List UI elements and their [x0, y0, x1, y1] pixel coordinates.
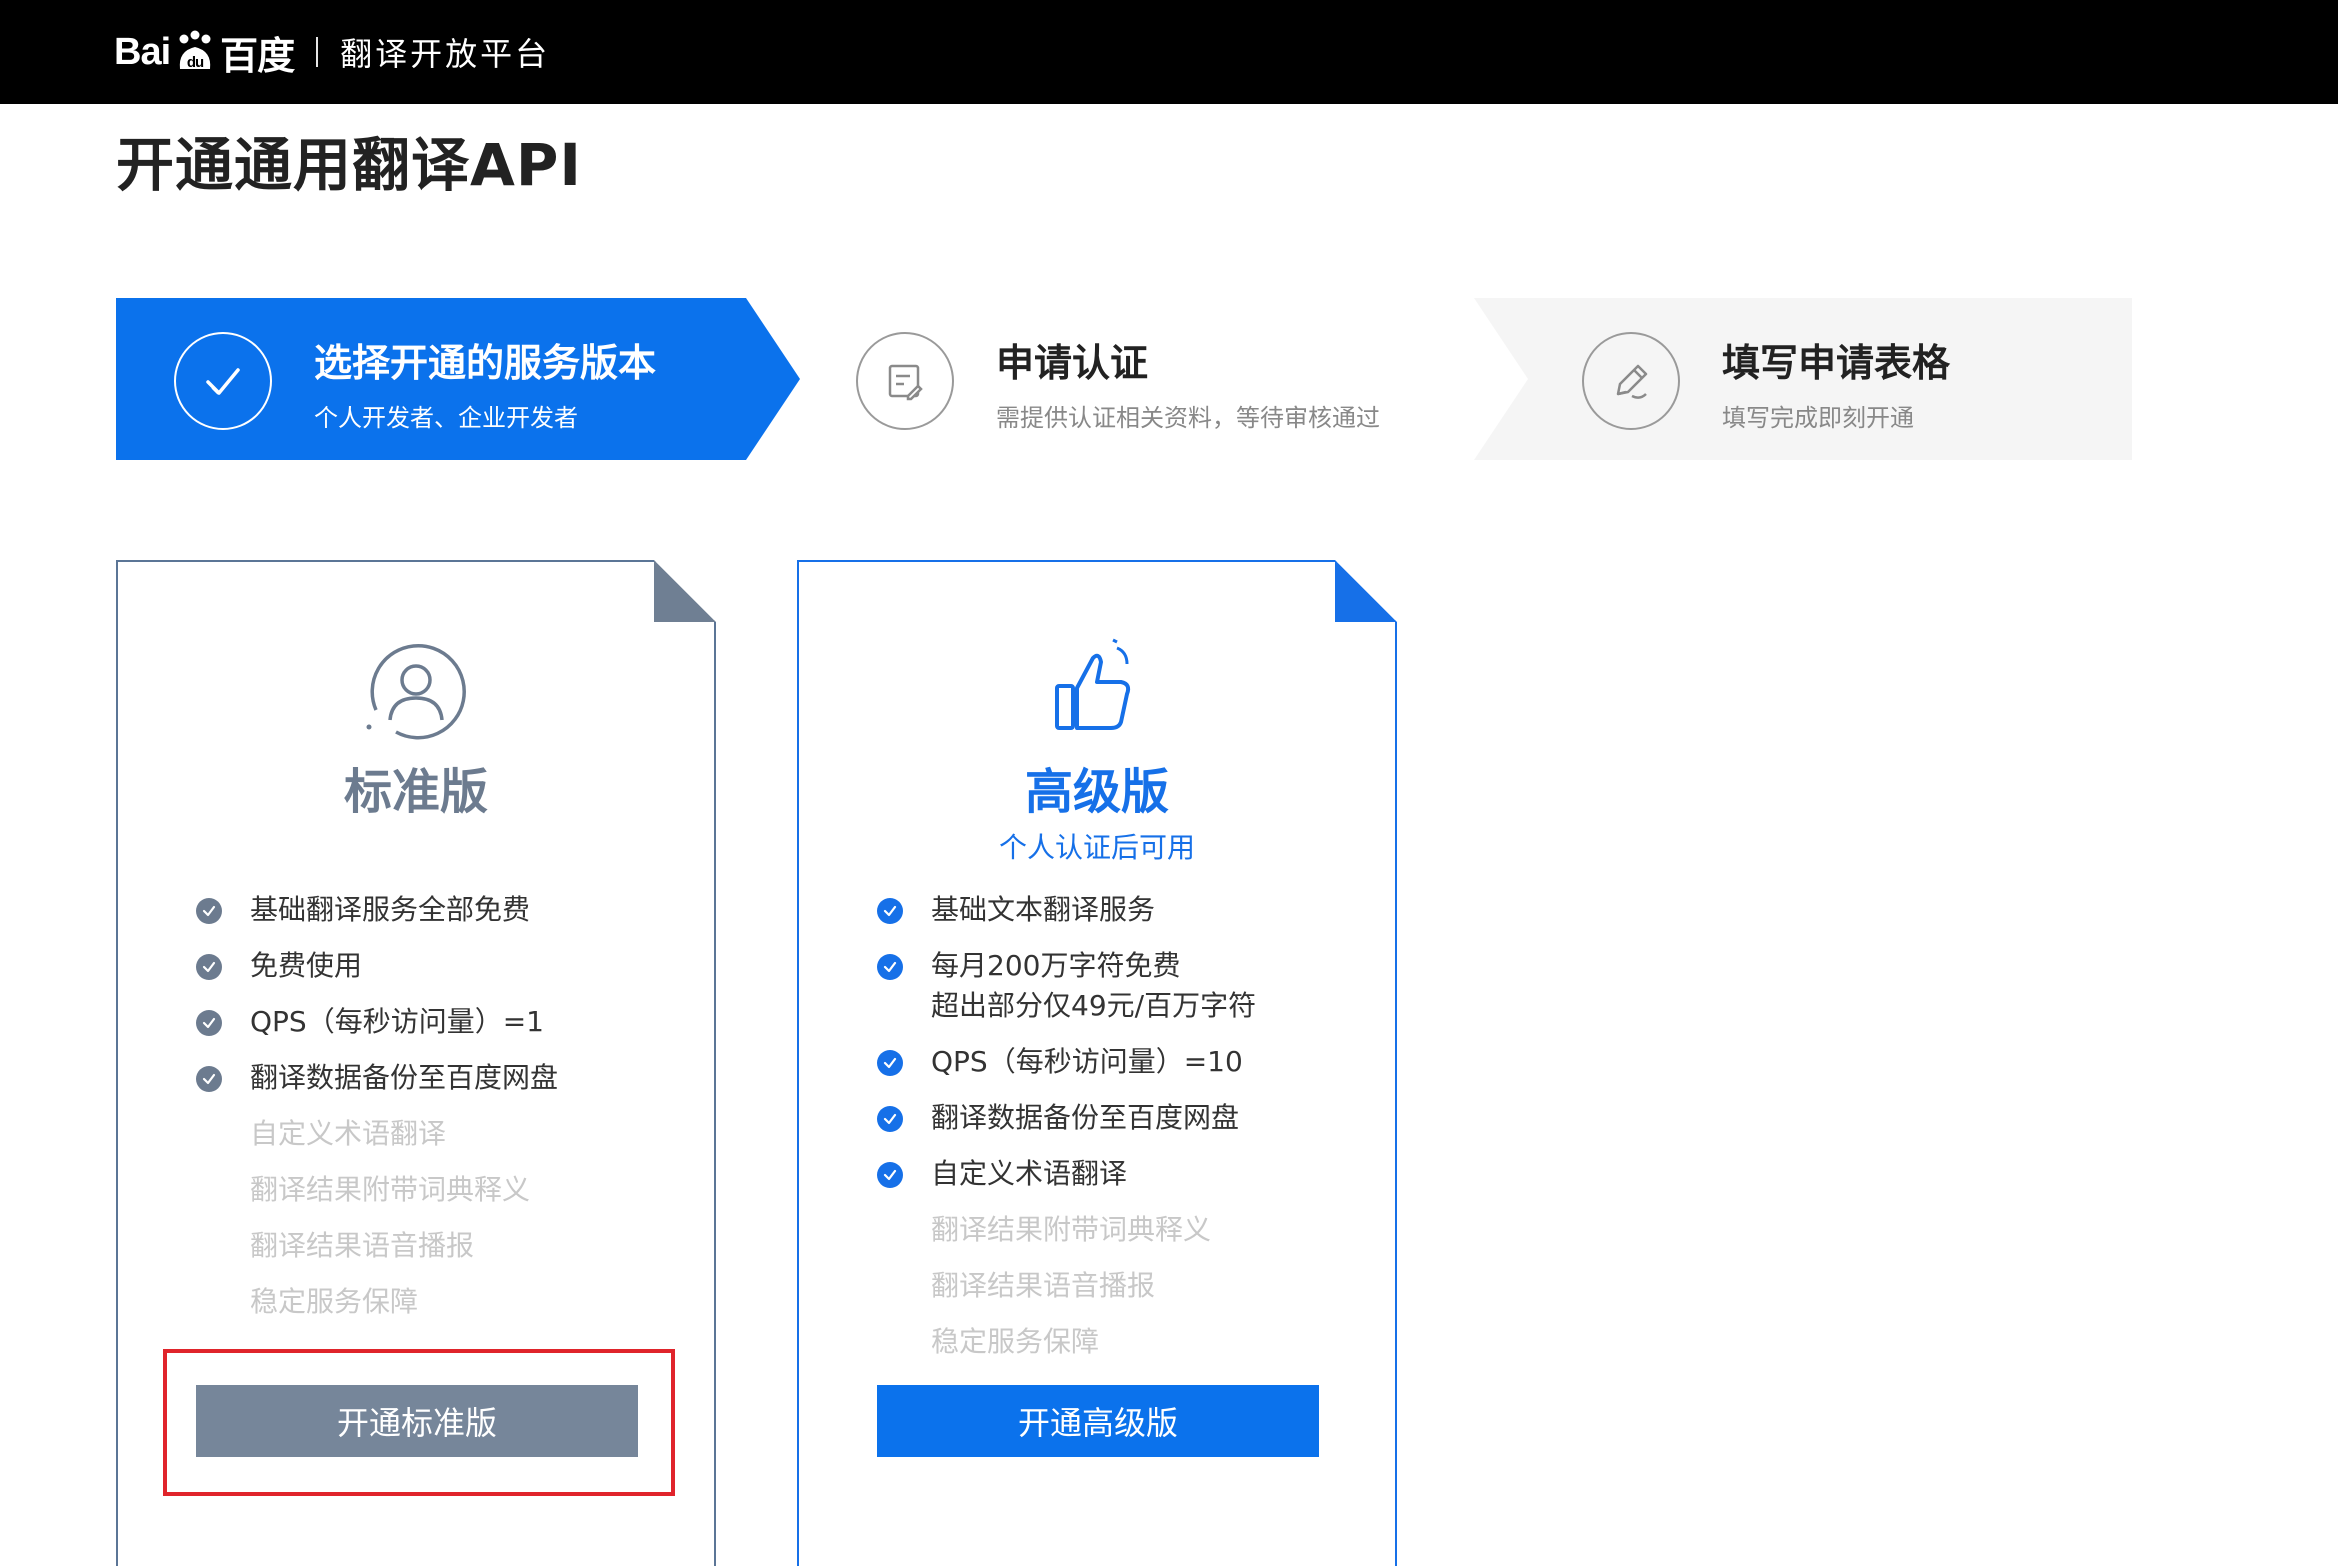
checkmark-icon: [877, 898, 903, 924]
checkmark-icon: [877, 1162, 903, 1188]
feature-text: 免费使用: [250, 949, 363, 982]
step-subtitle: 需提供认证相关资料，等待审核通过: [996, 404, 1380, 432]
feature-item: 自定义术语翻译: [196, 1114, 696, 1154]
checkmark-icon: [196, 1066, 222, 1092]
feature-text: 自定义术语翻译: [931, 1157, 1128, 1190]
step-subtitle: 填写完成即刻开通: [1722, 404, 1914, 432]
step-title: 申请认证: [996, 341, 1149, 385]
feature-text: 自定义术语翻译: [250, 1117, 447, 1150]
page-title: 开通通用翻译API: [116, 131, 582, 199]
step-title: 填写申请表格: [1722, 341, 1951, 385]
logo-wordmark: Bai du 百度: [114, 25, 295, 80]
feature-item: 基础文本翻译服务: [877, 890, 1377, 930]
activate-standard-button[interactable]: 开通标准版: [196, 1385, 638, 1457]
progress-steps: 选择开通的服务版本 个人开发者、企业开发者 申请认证 需提供认证相关资料，等待审…: [116, 298, 2132, 460]
checkmark-icon: [877, 1106, 903, 1132]
plan-card-standard: 标准版 基础翻译服务全部免费 免费使用 QPS（每秒访问量）=1 翻译数据备份至百度网…: [116, 560, 716, 1566]
feature-item: 稳定服务保障: [877, 1322, 1377, 1362]
baidu-paw-icon: du: [172, 29, 218, 75]
feature-text: 稳定服务保障: [250, 1285, 419, 1318]
feature-item: 每月200万字符免费超出部分仅49元/百万字符: [877, 946, 1377, 1026]
plan-card-premium: 高级版 个人认证后可用 基础文本翻译服务 每月200万字符免费超出部分仅49元/百…: [797, 560, 1397, 1566]
logo-paw-text: du: [187, 54, 204, 71]
plan-name: 标准版: [343, 764, 488, 820]
feature-text: 翻译结果附带词典释义: [931, 1213, 1212, 1246]
feature-item: 翻译结果附带词典释义: [196, 1170, 696, 1210]
feature-text: 翻译结果语音播报: [931, 1269, 1156, 1302]
card-corner-fold: [654, 560, 716, 622]
step-apply-certification: 申请认证 需提供认证相关资料，等待审核通过: [802, 298, 1528, 460]
feature-item: 稳定服务保障: [196, 1282, 696, 1322]
feature-item: 免费使用: [196, 946, 696, 986]
thumbs-up-icon: [1037, 632, 1157, 752]
feature-text: 稳定服务保障: [931, 1325, 1100, 1358]
feature-text: 翻译数据备份至百度网盘: [250, 1061, 559, 1094]
feature-item: 基础翻译服务全部免费: [196, 890, 696, 930]
checkmark-icon: [877, 1050, 903, 1076]
pencil-icon: [1582, 332, 1680, 430]
feature-item: 自定义术语翻译: [877, 1154, 1377, 1194]
feature-item: 翻译数据备份至百度网盘: [877, 1098, 1377, 1138]
checkmark-icon: [877, 954, 903, 980]
baidu-translate-logo[interactable]: Bai du 百度 翻译开放平台: [114, 22, 550, 82]
feature-text: QPS（每秒访问量）=1: [250, 1005, 544, 1038]
feature-list: 基础文本翻译服务 每月200万字符免费超出部分仅49元/百万字符 QPS（每秒访问量…: [877, 890, 1377, 1378]
plan-name: 高级版: [1024, 764, 1169, 820]
feature-text: QPS（每秒访问量）=10: [931, 1045, 1243, 1078]
card-corner-fold: [1335, 560, 1397, 622]
checkmark-icon: [196, 898, 222, 924]
feature-text: 超出部分仅49元/百万字符: [931, 989, 1257, 1022]
feature-item: QPS（每秒访问量）=10: [877, 1042, 1377, 1082]
feature-text: 基础文本翻译服务: [931, 893, 1156, 926]
feature-text: 翻译结果附带词典释义: [250, 1173, 531, 1206]
platform-name: 翻译开放平台: [340, 35, 551, 73]
logo-brand-text: Bai: [114, 30, 171, 73]
step-subtitle: 个人开发者、企业开发者: [314, 404, 578, 432]
logo-brand-suffix: 百度: [220, 35, 295, 78]
feature-text: 每月200万字符免费: [931, 949, 1181, 982]
plan-requirement-note: 个人认证后可用: [998, 831, 1195, 864]
feature-item: 翻译数据备份至百度网盘: [196, 1058, 696, 1098]
feature-item: 翻译结果语音播报: [196, 1226, 696, 1266]
feature-item: 翻译结果语音播报: [877, 1266, 1377, 1306]
checkmark-icon: [196, 1010, 222, 1036]
feature-list: 基础翻译服务全部免费 免费使用 QPS（每秒访问量）=1 翻译数据备份至百度网盘 自定义…: [196, 890, 696, 1338]
step-title: 选择开通的服务版本: [314, 341, 657, 385]
step-select-version: 选择开通的服务版本 个人开发者、企业开发者: [116, 298, 802, 460]
document-edit-icon: [856, 332, 954, 430]
step-fill-form: 填写申请表格 填写完成即刻开通: [1474, 298, 2132, 460]
check-icon: [174, 332, 272, 430]
user-icon: [356, 632, 476, 752]
logo-divider: [316, 37, 319, 67]
feature-text: 翻译数据备份至百度网盘: [931, 1101, 1240, 1134]
feature-text: 基础翻译服务全部免费: [250, 893, 531, 926]
top-navigation-bar: Bai du 百度 翻译开放平台: [0, 0, 2338, 104]
feature-item: QPS（每秒访问量）=1: [196, 1002, 696, 1042]
feature-item: 翻译结果附带词典释义: [877, 1210, 1377, 1250]
feature-text: 翻译结果语音播报: [250, 1229, 475, 1262]
checkmark-icon: [196, 954, 222, 980]
activate-premium-button[interactable]: 开通高级版: [877, 1385, 1319, 1457]
